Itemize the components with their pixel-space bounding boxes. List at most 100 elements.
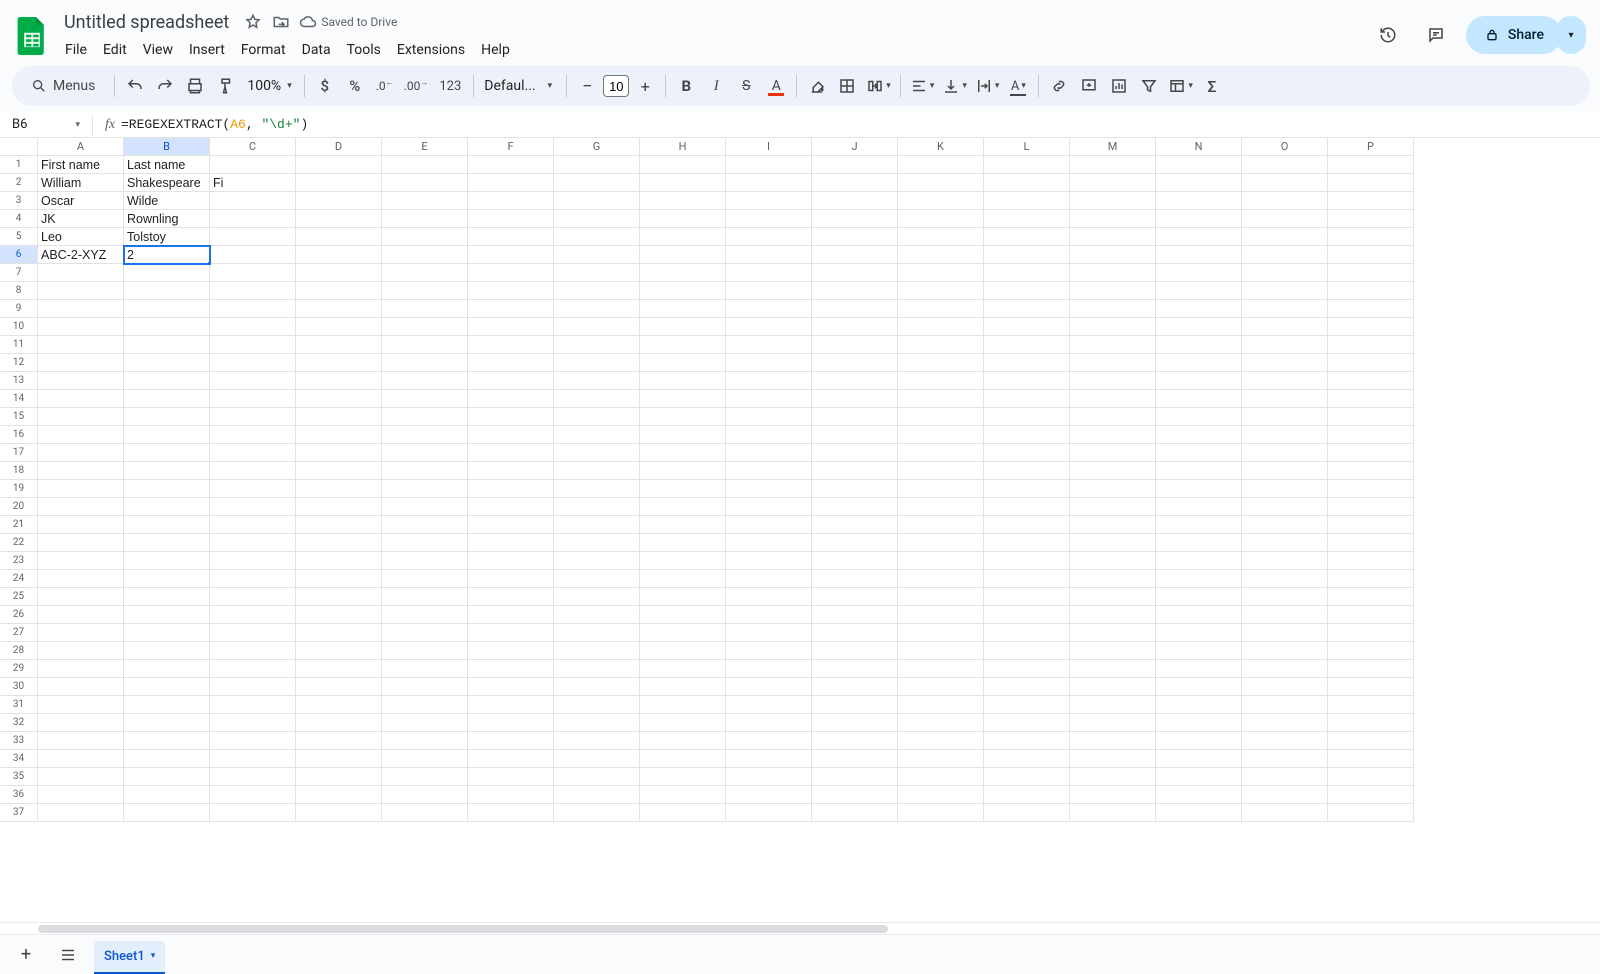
cell[interactable] xyxy=(468,678,554,696)
column-header[interactable]: L xyxy=(984,138,1070,156)
undo-icon[interactable] xyxy=(121,72,149,100)
cell[interactable] xyxy=(124,372,210,390)
cell[interactable] xyxy=(1070,156,1156,174)
comments-icon[interactable] xyxy=(1418,17,1454,53)
cell[interactable]: Fi xyxy=(210,174,296,192)
cell[interactable] xyxy=(640,264,726,282)
cell[interactable] xyxy=(1070,786,1156,804)
cell[interactable] xyxy=(640,408,726,426)
cell[interactable] xyxy=(38,462,124,480)
cell[interactable] xyxy=(1070,516,1156,534)
cell[interactable] xyxy=(640,696,726,714)
cell[interactable] xyxy=(1070,642,1156,660)
cell[interactable] xyxy=(382,696,468,714)
cell[interactable] xyxy=(38,804,124,822)
cell[interactable] xyxy=(1070,678,1156,696)
cell[interactable] xyxy=(210,390,296,408)
add-sheet-icon[interactable]: + xyxy=(10,939,42,971)
cell[interactable] xyxy=(1242,336,1328,354)
cell[interactable] xyxy=(898,282,984,300)
star-icon[interactable] xyxy=(243,12,263,32)
cell[interactable] xyxy=(382,390,468,408)
increase-decimal-icon[interactable]: .00→ xyxy=(401,72,432,100)
search-menus[interactable]: Menus xyxy=(22,71,108,101)
cell[interactable] xyxy=(984,498,1070,516)
cell[interactable] xyxy=(812,408,898,426)
cell[interactable] xyxy=(640,156,726,174)
cell[interactable] xyxy=(1242,210,1328,228)
cell[interactable] xyxy=(296,426,382,444)
cell[interactable] xyxy=(382,498,468,516)
cell[interactable] xyxy=(1328,714,1414,732)
cell[interactable] xyxy=(38,660,124,678)
cell[interactable] xyxy=(726,786,812,804)
row-header[interactable]: 34 xyxy=(0,750,38,768)
cell[interactable] xyxy=(726,624,812,642)
cell[interactable] xyxy=(1242,804,1328,822)
cell[interactable] xyxy=(468,462,554,480)
cell[interactable] xyxy=(554,156,640,174)
cell[interactable] xyxy=(210,768,296,786)
column-header[interactable]: N xyxy=(1156,138,1242,156)
cell[interactable] xyxy=(382,156,468,174)
cell[interactable] xyxy=(382,660,468,678)
cell[interactable] xyxy=(726,336,812,354)
cell[interactable] xyxy=(984,768,1070,786)
cell[interactable] xyxy=(726,678,812,696)
cell[interactable] xyxy=(1070,246,1156,264)
cell[interactable] xyxy=(726,354,812,372)
cell[interactable] xyxy=(382,534,468,552)
cell[interactable] xyxy=(640,426,726,444)
cell[interactable] xyxy=(382,408,468,426)
row-header[interactable]: 7 xyxy=(0,264,38,282)
cell[interactable] xyxy=(210,300,296,318)
cell[interactable] xyxy=(898,462,984,480)
cell[interactable] xyxy=(382,354,468,372)
cell[interactable] xyxy=(296,156,382,174)
cell[interactable] xyxy=(38,624,124,642)
cell[interactable] xyxy=(898,498,984,516)
cell[interactable] xyxy=(210,588,296,606)
cell[interactable] xyxy=(210,210,296,228)
menu-help[interactable]: Help xyxy=(474,38,517,62)
row-header[interactable]: 17 xyxy=(0,444,38,462)
cell[interactable]: JK xyxy=(38,210,124,228)
cell[interactable] xyxy=(296,408,382,426)
cell[interactable] xyxy=(1242,516,1328,534)
cell[interactable] xyxy=(1070,174,1156,192)
cell[interactable] xyxy=(812,228,898,246)
cell[interactable] xyxy=(1156,732,1242,750)
cell[interactable] xyxy=(984,552,1070,570)
cell[interactable] xyxy=(726,318,812,336)
cell[interactable] xyxy=(296,588,382,606)
column-header[interactable]: A xyxy=(38,138,124,156)
cell[interactable] xyxy=(124,588,210,606)
cell[interactable] xyxy=(898,588,984,606)
cell[interactable]: ABC-2-XYZ xyxy=(38,246,124,264)
cell[interactable] xyxy=(1156,354,1242,372)
format-123[interactable]: 123 xyxy=(433,72,467,100)
cell[interactable] xyxy=(210,786,296,804)
column-header[interactable]: I xyxy=(726,138,812,156)
row-header[interactable]: 9 xyxy=(0,300,38,318)
cell[interactable] xyxy=(468,570,554,588)
cell[interactable] xyxy=(1070,750,1156,768)
cell[interactable] xyxy=(898,804,984,822)
cell[interactable] xyxy=(1070,624,1156,642)
cell[interactable] xyxy=(1242,228,1328,246)
cell[interactable] xyxy=(1328,516,1414,534)
cell[interactable] xyxy=(640,534,726,552)
cell[interactable] xyxy=(382,426,468,444)
cell[interactable] xyxy=(1156,210,1242,228)
cell[interactable] xyxy=(640,570,726,588)
cell[interactable] xyxy=(124,606,210,624)
bold-icon[interactable]: B xyxy=(672,72,700,100)
cell[interactable] xyxy=(38,642,124,660)
row-header[interactable]: 5 xyxy=(0,228,38,246)
cell[interactable] xyxy=(38,696,124,714)
cell[interactable] xyxy=(1328,372,1414,390)
cell[interactable] xyxy=(1328,480,1414,498)
cell[interactable] xyxy=(984,156,1070,174)
cell[interactable] xyxy=(812,390,898,408)
cell[interactable] xyxy=(726,282,812,300)
